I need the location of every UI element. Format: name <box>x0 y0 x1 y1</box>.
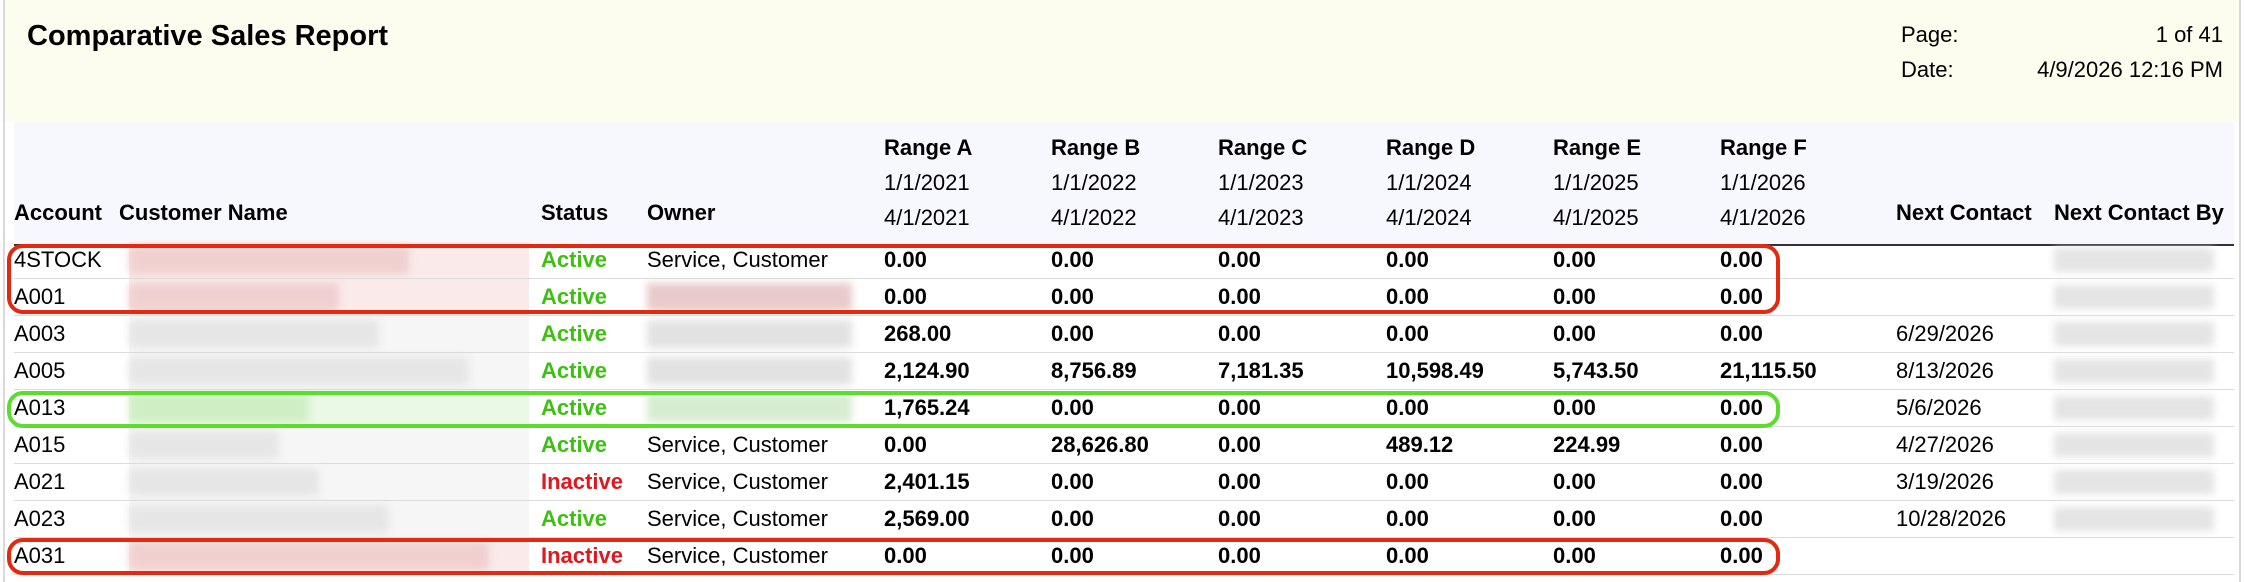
highlight-outline-green <box>7 391 1780 428</box>
col-header-range-a: Range A 1/1/2021 4/1/2021 <box>884 135 973 230</box>
status-cell: Active <box>541 432 608 457</box>
range-b-cell: 0.00 <box>1051 321 1094 346</box>
col-header-account: Account <box>14 200 102 225</box>
col-header-next-contact: Next Contact <box>1896 200 2032 225</box>
date-label: Date: <box>1901 57 1954 82</box>
owner-cell: Service, Customer <box>647 469 828 494</box>
range-a-cell: 268.00 <box>884 321 952 346</box>
next-contact-by-redacted <box>2054 507 2214 531</box>
range-c-cell: 0.00 <box>1218 469 1261 494</box>
col-header-range-e: Range E 1/1/2025 4/1/2025 <box>1553 135 1642 230</box>
report-header: Comparative Sales Report Page: 1 of 41 D… <box>5 0 2239 121</box>
range-c-cell: 7,181.35 <box>1218 358 1304 383</box>
range-c-cell: 0.00 <box>1218 321 1261 346</box>
status-cell: Active <box>541 506 608 531</box>
next-contact-by-redacted <box>2054 433 2214 457</box>
col-header-range-d: Range D 1/1/2024 4/1/2024 <box>1386 135 1476 230</box>
col-header-status: Status <box>541 200 609 225</box>
range-f-cell: 0.00 <box>1720 469 1763 494</box>
account-cell: A023 <box>14 506 66 531</box>
account-cell: A021 <box>14 469 66 494</box>
range-d-cell: 10,598.49 <box>1386 358 1484 383</box>
col-header-customer-name: Customer Name <box>119 200 288 225</box>
account-cell: A005 <box>14 358 66 383</box>
next-contact-by-redacted <box>2054 359 2214 383</box>
range-f-cell: 0.00 <box>1720 321 1763 346</box>
range-c-cell: 0.00 <box>1218 506 1261 531</box>
table-row[interactable]: A015 Active Service, Customer 0.00 28,62… <box>14 427 2234 464</box>
next-contact-by-redacted <box>2054 285 2214 309</box>
col-header-range-b: Range B 1/1/2022 4/1/2022 <box>1051 135 1141 230</box>
status-cell: Inactive <box>541 469 623 494</box>
range-e-cell: 0.00 <box>1553 506 1596 531</box>
highlight-outline-red <box>7 244 1780 314</box>
range-b-cell: 8,756.89 <box>1051 358 1137 383</box>
next-contact-cell: 5/6/2026 <box>1896 395 1982 420</box>
range-f-cell: 0.00 <box>1720 506 1763 531</box>
range-f-cell: 21,115.50 <box>1720 358 1817 383</box>
range-d-cell: 0.00 <box>1386 321 1429 346</box>
next-contact-cell: 4/27/2026 <box>1896 432 1994 457</box>
next-contact-by-redacted <box>2054 396 2214 420</box>
range-e-cell: 0.00 <box>1553 321 1596 346</box>
range-d-cell: 489.12 <box>1386 432 1454 457</box>
range-c-cell: 0.00 <box>1218 432 1261 457</box>
owner-redacted <box>647 357 852 385</box>
range-a-cell: 0.00 <box>884 432 927 457</box>
owner-cell: Service, Customer <box>647 432 828 457</box>
range-a-cell: 2,569.00 <box>884 506 970 531</box>
range-e-cell: 5,743.50 <box>1553 358 1639 383</box>
next-contact-cell: 10/28/2026 <box>1896 506 2007 531</box>
range-d-cell: 0.00 <box>1386 506 1429 531</box>
next-contact-cell: 8/13/2026 <box>1896 358 1994 383</box>
account-cell: A003 <box>14 321 66 346</box>
range-a-cell: 2,124.90 <box>884 358 970 383</box>
table-row[interactable]: A003 Active 268.00 0.00 0.00 0.00 0.00 0… <box>14 316 2234 353</box>
col-header-range-c: Range C 1/1/2023 4/1/2023 <box>1218 135 1308 230</box>
range-b-cell: 28,626.80 <box>1051 432 1149 457</box>
next-contact-by-redacted <box>2054 322 2214 346</box>
col-header-next-contact-by: Next Contact By <box>2054 200 2224 225</box>
range-e-cell: 224.99 <box>1553 432 1621 457</box>
status-cell: Active <box>541 321 608 346</box>
next-contact-cell: 3/19/2026 <box>1896 469 1994 494</box>
col-header-owner: Owner <box>647 200 716 225</box>
next-contact-by-redacted <box>2054 248 2214 272</box>
range-a-cell: 2,401.15 <box>884 469 970 494</box>
page-label: Page: <box>1901 22 1959 47</box>
next-contact-cell: 6/29/2026 <box>1896 321 1994 346</box>
table-row[interactable]: A005 Active 2,124.90 8,756.89 7,181.35 1… <box>14 353 2234 390</box>
range-f-cell: 0.00 <box>1720 432 1763 457</box>
highlight-outline-red <box>7 538 1780 575</box>
status-cell: Active <box>541 358 608 383</box>
account-cell: A015 <box>14 432 66 457</box>
range-b-cell: 0.00 <box>1051 469 1094 494</box>
table-row[interactable]: A023 Active Service, Customer 2,569.00 0… <box>14 501 2234 538</box>
col-header-range-f: Range F 1/1/2026 4/1/2026 <box>1720 135 1807 230</box>
next-contact-by-redacted <box>2054 470 2214 494</box>
owner-redacted <box>647 320 852 348</box>
page-number: 1 of 41 <box>2155 22 2223 47</box>
report-date: 4/9/2026 12:16 PM <box>2037 57 2223 82</box>
table-row[interactable]: A021 Inactive Service, Customer 2,401.15… <box>14 464 2234 501</box>
owner-cell: Service, Customer <box>647 506 828 531</box>
range-b-cell: 0.00 <box>1051 506 1094 531</box>
range-d-cell: 0.00 <box>1386 469 1429 494</box>
report-title: Comparative Sales Report <box>27 20 389 52</box>
range-e-cell: 0.00 <box>1553 469 1596 494</box>
